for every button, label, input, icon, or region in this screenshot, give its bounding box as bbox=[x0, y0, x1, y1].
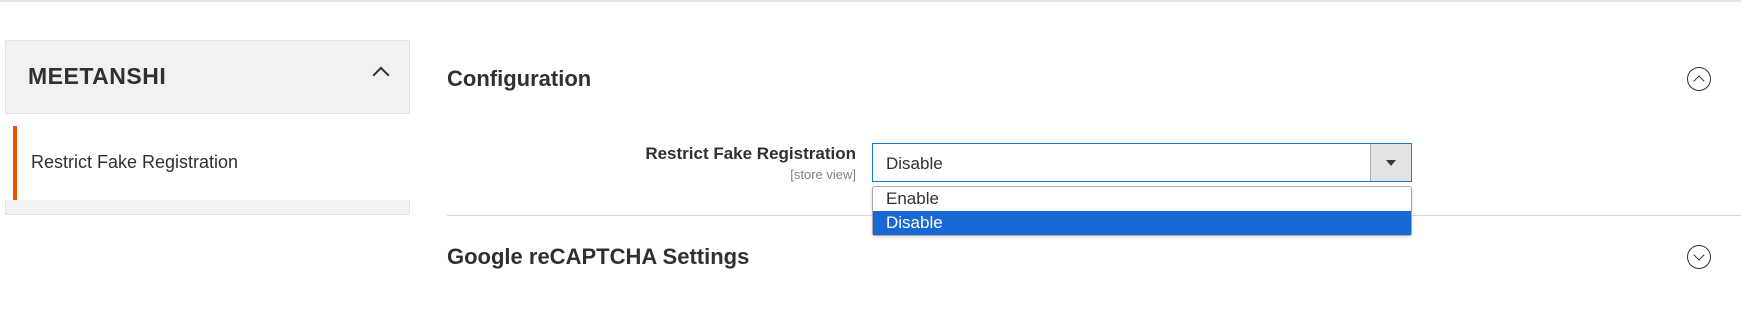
restrict-registration-select[interactable]: Disable bbox=[872, 143, 1412, 182]
sidebar-group-header[interactable]: MEETANSHI bbox=[5, 40, 410, 114]
chevron-down-icon bbox=[1693, 249, 1705, 261]
sidebar-item-label: Restrict Fake Registration bbox=[31, 152, 239, 172]
dropdown-option-disable[interactable]: Disable bbox=[873, 211, 1411, 235]
collapse-circle-icon[interactable] bbox=[1687, 67, 1711, 91]
triangle-down-icon bbox=[1386, 160, 1396, 166]
chevron-up-icon bbox=[1693, 75, 1705, 87]
top-divider bbox=[0, 0, 1741, 2]
expand-circle-icon[interactable] bbox=[1687, 245, 1711, 269]
chevron-up-icon[interactable] bbox=[372, 66, 390, 84]
scope-label: [store view] bbox=[790, 167, 856, 182]
section-title-configuration[interactable]: Configuration bbox=[447, 66, 591, 92]
field-label: Restrict Fake Registration bbox=[645, 144, 856, 163]
section-title-recaptcha[interactable]: Google reCAPTCHA Settings bbox=[447, 244, 749, 270]
sidebar-gap bbox=[5, 114, 410, 126]
sidebar-item-restrict-fake-registration[interactable]: Restrict Fake Registration bbox=[13, 126, 413, 200]
select-arrow-button[interactable] bbox=[1370, 144, 1411, 181]
dropdown-option-enable[interactable]: Enable bbox=[873, 187, 1411, 211]
select-value: Disable bbox=[886, 154, 943, 173]
select-dropdown: Enable Disable bbox=[872, 186, 1412, 236]
sidebar-footer bbox=[5, 200, 410, 215]
brand-logo: MEETANSHI bbox=[28, 63, 167, 89]
sidebar: MEETANSHI Restrict Fake Registration bbox=[5, 40, 413, 216]
